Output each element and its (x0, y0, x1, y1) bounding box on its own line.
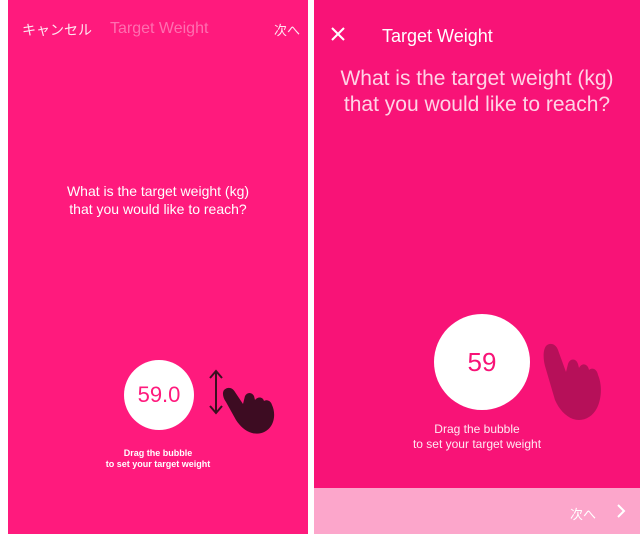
drag-hint: Drag the bubble to set your target weigh… (314, 422, 640, 452)
question-line-1: What is the target weight (kg) (340, 67, 614, 90)
drag-hint-line-2: to set your target weight (105, 459, 211, 469)
question-line-2: that you would like to reach? (343, 93, 611, 116)
drag-hint-line-1: Drag the bubble (123, 448, 193, 458)
hand-pointer-icon (543, 343, 601, 420)
bottom-bar: 次へ (314, 488, 640, 534)
drag-hint-line-2: to set your target weight (412, 437, 542, 451)
weight-value: 59.0 (137, 382, 181, 407)
question-line-2: that you would like to reach? (69, 201, 247, 217)
drag-hint-line-1: Drag the bubble (434, 422, 520, 436)
chevron-right-icon[interactable] (616, 504, 626, 518)
question-text: What is the target weight (kg) that you … (8, 182, 308, 218)
next-button[interactable]: 次へ (274, 20, 300, 39)
question-text: What is the target weight (kg) that you … (314, 66, 640, 118)
left-screen: キャンセル Target Weight 次へ What is the targe… (8, 0, 308, 534)
page-title: Target Weight (382, 26, 493, 46)
weight-value: 59 (467, 346, 497, 377)
close-icon[interactable] (330, 26, 346, 42)
hand-pointer-icon (222, 387, 275, 434)
question-line-1: What is the target weight (kg) (66, 183, 250, 199)
next-button[interactable]: 次へ (570, 504, 596, 523)
weight-bubble[interactable]: 59 (434, 314, 530, 410)
cancel-button[interactable]: キャンセル (22, 20, 92, 40)
drag-hint: Drag the bubble to set your target weigh… (8, 448, 308, 470)
page-title: Target Weight (110, 20, 209, 37)
right-screen: Target Weight What is the target weight … (314, 0, 640, 534)
weight-bubble[interactable]: 59.0 (124, 360, 194, 430)
